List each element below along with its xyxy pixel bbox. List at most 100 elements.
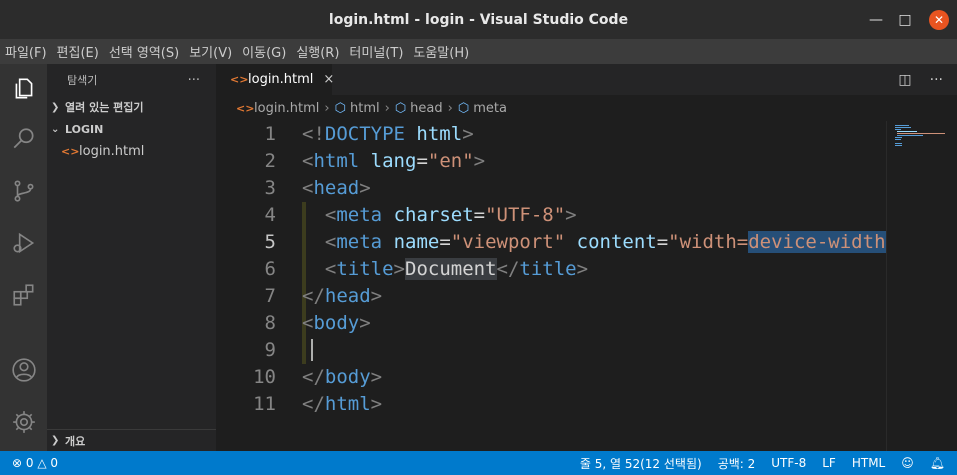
settings-gear-icon[interactable] — [0, 397, 47, 447]
code-line[interactable]: 9 — [216, 337, 886, 364]
notifications-icon[interactable]: 🔔︎ — [922, 456, 957, 470]
html-file-icon: <> — [230, 73, 249, 86]
minimap-line — [895, 137, 902, 138]
tab-label: login.html — [248, 72, 314, 87]
code-line[interactable]: 3 <head> — [216, 175, 886, 202]
code-line[interactable]: 10 </body> — [216, 364, 886, 391]
source-control-icon[interactable] — [0, 166, 47, 216]
menu-item[interactable]: 실행(R) — [291, 42, 344, 61]
minimap-line — [895, 143, 902, 144]
outline-label: 개요 — [65, 434, 86, 448]
code-token: charset — [393, 204, 474, 226]
code-token: meta — [336, 204, 383, 226]
code-line[interactable]: 5 <meta name="viewport" content="width=d… — [216, 229, 886, 256]
code-line[interactable]: 4 <meta charset="UTF-8"> — [216, 202, 886, 229]
code-editor[interactable]: 1 <!DOCTYPE html> 2 <html lang="en"> 3 <head>… — [216, 121, 886, 451]
tab-bar: <> login.html × ◫ ··· — [216, 64, 957, 95]
code-content: </body> — [302, 364, 382, 391]
code-token: > — [565, 204, 577, 226]
minimap-line — [897, 131, 917, 132]
error-count: 0 — [25, 456, 34, 470]
code-token: < — [302, 177, 314, 199]
breadcrumb-item[interactable]: meta — [473, 101, 507, 116]
minimap-line — [895, 125, 909, 126]
code-token: < — [324, 204, 337, 226]
element-icon: ⬡ — [457, 100, 470, 116]
extensions-icon[interactable] — [0, 270, 47, 320]
code-line[interactable]: 2 <html lang="en"> — [216, 148, 886, 175]
code-token: = — [416, 150, 428, 172]
code-token: "width= — [668, 231, 749, 253]
menu-item[interactable]: 터미널(T) — [344, 42, 408, 61]
code-token: > — [393, 258, 405, 280]
more-actions-icon[interactable]: ··· — [188, 73, 200, 88]
problems-indicator[interactable]: ⊗ 0 △ 0 — [0, 456, 66, 470]
code-content: <title>Document</title> — [302, 256, 588, 283]
code-token: < — [324, 258, 337, 280]
code-token: = — [473, 204, 486, 226]
warning-icon: △ — [37, 456, 47, 470]
end-of-line[interactable]: LF — [814, 456, 844, 470]
minimap[interactable] — [886, 121, 957, 451]
more-actions-icon[interactable]: ··· — [930, 72, 943, 88]
run-debug-icon[interactable] — [0, 218, 47, 268]
code-token: name — [393, 231, 440, 253]
menu-item[interactable]: 선택 영역(S) — [104, 42, 184, 61]
code-token: > — [359, 177, 371, 199]
cursor-position[interactable]: 줄 5, 열 52(12 선택됨) — [572, 455, 710, 472]
code-token: html — [324, 393, 371, 415]
close-tab-icon[interactable]: × — [323, 72, 334, 87]
indentation[interactable]: 공백: 2 — [710, 455, 764, 472]
code-line[interactable]: 8 <body> — [216, 310, 886, 337]
code-token: > — [370, 393, 383, 415]
encoding[interactable]: UTF-8 — [763, 456, 814, 470]
menu-item[interactable]: 파일(F) — [0, 42, 52, 61]
code-token: = — [439, 231, 451, 253]
breadcrumb-item[interactable]: head — [410, 101, 442, 116]
code-token: meta — [336, 231, 383, 253]
chevron-right-icon: ❯ — [51, 101, 60, 113]
breadcrumb-file[interactable]: login.html — [254, 101, 319, 116]
html-file-icon: <> — [236, 101, 255, 115]
language-mode[interactable]: HTML — [844, 456, 893, 470]
feedback-icon[interactable]: ☺ — [893, 456, 922, 470]
maximize-icon[interactable]: □ — [890, 0, 920, 39]
line-number: 11 — [253, 393, 276, 415]
explorer-icon[interactable] — [0, 64, 47, 114]
code-token: </ — [302, 285, 325, 307]
code-line[interactable]: 6 <title>Document</title> — [216, 256, 886, 283]
warning-count: 0 — [50, 456, 59, 470]
folder-section[interactable]: ⌄ LOGIN — [47, 118, 216, 140]
close-window-icon[interactable]: ✕ — [929, 10, 949, 30]
code-line[interactable]: 1 <!DOCTYPE html> — [216, 121, 886, 148]
split-editor-icon[interactable]: ◫ — [898, 72, 911, 88]
code-content: </html> — [302, 391, 382, 418]
editor-actions: ◫ ··· — [898, 64, 943, 95]
menu-item[interactable]: 도움말(H) — [408, 42, 474, 61]
open-editors-section[interactable]: ❯ 열려 있는 편집기 — [47, 96, 216, 118]
outline-section[interactable]: ❯ 개요 — [47, 429, 216, 451]
status-bar: ⊗ 0 △ 0 줄 5, 열 52(12 선택됨) 공백: 2 UTF-8 LF… — [0, 451, 957, 475]
tab-login-html[interactable]: <> login.html × — [216, 64, 334, 95]
menu-item[interactable]: 보기(V) — [184, 42, 237, 61]
minimize-icon[interactable]: — — [861, 0, 891, 39]
code-content: <html lang="en"> — [302, 148, 485, 175]
account-icon[interactable] — [0, 345, 47, 395]
code-line[interactable]: 7 </head> — [216, 283, 886, 310]
code-line[interactable]: 11 </html> — [216, 391, 886, 418]
explorer-sidebar: 탐색기 ··· ❯ 열려 있는 편집기 ⌄ LOGIN <> login.htm… — [47, 64, 216, 451]
explorer-header: 탐색기 ··· — [47, 64, 216, 96]
menu-item[interactable]: 편집(E) — [52, 42, 104, 61]
code-content: <meta charset="UTF-8"> — [302, 202, 577, 229]
file-item-login-html[interactable]: <> login.html — [47, 140, 216, 162]
minimap-line — [895, 139, 901, 140]
search-icon[interactable] — [0, 114, 47, 164]
breadcrumb-item[interactable]: html — [350, 101, 380, 116]
code-token: </ — [496, 258, 520, 280]
menu-item[interactable]: 이동(G) — [237, 42, 291, 61]
code-token: > — [473, 150, 486, 172]
